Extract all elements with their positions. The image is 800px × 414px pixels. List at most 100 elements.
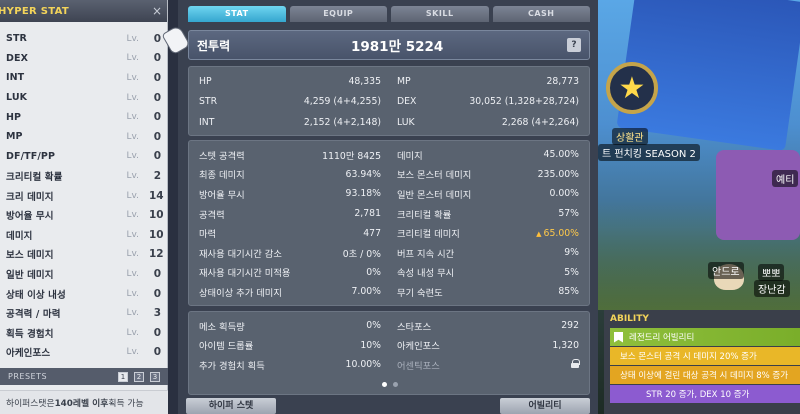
hyper-stat-level: 2 — [153, 169, 161, 182]
hyper-stat-name: 크리 데미지 — [6, 191, 54, 203]
hyper-stat-row[interactable]: MP Lv. 0 — [0, 127, 168, 147]
stat-value-text: 0% — [366, 320, 381, 332]
hyper-stat-row[interactable]: 아케인포스 Lv. 0 — [0, 343, 168, 363]
combat-power-value: 1981만 5224 — [351, 39, 444, 55]
hyper-stat-row[interactable]: HP Lv. 0 — [0, 107, 168, 127]
lock-icon — [571, 358, 580, 368]
stat-name: 방어율 무시 — [199, 189, 245, 201]
stat-cell: 버프 지속 시간 9% — [397, 243, 579, 263]
hyper-stat-header[interactable]: HYPER STAT × — [0, 0, 167, 22]
stat-value: 93.18% — [346, 188, 381, 199]
preset-button-3[interactable]: 3 — [150, 371, 160, 382]
hyper-stat-row[interactable]: DF/TF/PP Lv. 0 — [0, 147, 168, 167]
extra-stats-section: 메소 획득량 0% 스타포스 292 아이템 드롭률 10% 아케인포스 1,320 추가 경험… — [188, 311, 590, 395]
tab-cash[interactable]: CASH — [492, 6, 590, 22]
tab-equip[interactable]: EQUIP — [289, 6, 387, 22]
hyper-stat-row[interactable]: 데미지 Lv. 10 — [0, 225, 168, 245]
hyper-stat-button[interactable]: 하이퍼 스텟 — [186, 398, 276, 414]
note-text: 획득 가능 — [108, 399, 144, 409]
stat-name: STR — [199, 96, 218, 108]
stat-name: INT — [199, 116, 215, 128]
page-dot[interactable] — [382, 382, 387, 387]
stat-name: 추가 경험치 획득 — [199, 360, 265, 372]
hyper-stat-name: 공격력 / 마력 — [6, 309, 61, 321]
ability-line: 보스 몬스터 공격 시 데미지 20% 증가 — [610, 347, 800, 365]
stat-cell: 데미지 45.00% — [397, 145, 579, 165]
hyper-stat-level: 0 — [153, 71, 161, 84]
hyper-stat-row[interactable]: 방어율 무시 Lv. 10 — [0, 205, 168, 225]
hyper-stat-name: HP — [6, 111, 22, 123]
stat-value-text: 28,773 — [546, 75, 579, 87]
stat-cell: 최종 데미지 63.94% — [199, 165, 381, 185]
close-icon[interactable]: × — [152, 4, 162, 18]
stat-cell: INT 2,152 (4+2,148) — [199, 112, 381, 133]
stat-cell: 재사용 대기시간 미적용 0% — [199, 263, 381, 283]
preset-button-1[interactable]: 1 — [118, 371, 128, 382]
hyper-stat-row[interactable]: DEX Lv. 0 — [0, 49, 168, 69]
stat-cell: 마력 477 — [199, 223, 381, 243]
scene-label: 트 펀치킹 SEASON 2 — [598, 144, 700, 161]
stat-name: 재사용 대기시간 미적용 — [199, 268, 291, 280]
hyper-stat-lv-label: Lv. — [126, 268, 139, 279]
stat-value-text: 2,152 (4+2,148) — [303, 116, 381, 128]
scene-label: 장난감 — [754, 280, 790, 297]
hyper-stat-row[interactable]: 크리 데미지 Lv. 14 — [0, 186, 168, 206]
hyper-stat-row[interactable]: 상태 이상 내성 Lv. 0 — [0, 284, 168, 304]
stat-name: 스텟 공격력 — [199, 150, 245, 162]
combat-power-bar: 전투력 1981만 5224 ? — [188, 30, 590, 60]
stat-value: 4,259 (4+4,255) — [304, 96, 381, 107]
hyper-stat-row[interactable]: 일반 데미지 Lv. 0 — [0, 264, 168, 284]
preset-button-2[interactable]: 2 — [134, 371, 144, 382]
help-icon[interactable]: ? — [567, 38, 581, 52]
hyper-stat-row[interactable]: 공격력 / 마력 Lv. 3 — [0, 303, 168, 323]
stat-value-text: 93.18% — [345, 188, 381, 200]
stat-name: 메소 획득량 — [199, 321, 245, 333]
ability-button[interactable]: 어빌리티 — [500, 398, 590, 414]
hyper-stat-row[interactable]: INT Lv. 0 — [0, 68, 168, 88]
scene-label: 예티 — [772, 170, 799, 187]
tab-stat[interactable]: STAT — [188, 6, 286, 22]
stat-cell: LUK 2,268 (4+2,264) — [397, 112, 579, 133]
page-indicator[interactable] — [189, 379, 591, 390]
hyper-stat-title: HYPER STAT — [0, 5, 69, 17]
stat-value-text: 85% — [558, 286, 579, 298]
stat-name: 공격력 — [199, 209, 225, 221]
stat-value-text: 4,259 (4+4,255) — [303, 96, 381, 108]
tab-skill[interactable]: SKILL — [391, 6, 489, 22]
hyper-stat-row[interactable]: 보스 데미지 Lv. 12 — [0, 245, 168, 265]
hyper-stat-name: 아케인포스 — [6, 348, 51, 360]
hyper-stat-lv-label: Lv. — [126, 190, 139, 201]
stat-name: DEX — [397, 96, 417, 108]
hyper-stat-lv-label: Lv. — [126, 249, 139, 260]
hyper-stat-row[interactable]: STR Lv. 0 — [0, 29, 168, 49]
stat-window: STAT EQUIP SKILL CASH 전투력 1981만 5224 ? HP 48… — [178, 0, 598, 414]
stat-value-text: 65.00% — [543, 227, 579, 239]
hyper-stat-level: 10 — [149, 228, 164, 241]
hyper-stat-note: 하이퍼스탯은 140레벨 이후 획득 가능 — [0, 390, 168, 414]
stat-value-text: 2,781 — [354, 208, 381, 220]
stat-value: 2,152 (4+2,148) — [304, 117, 381, 128]
hyper-stat-row[interactable]: 크리티컬 확률 Lv. 2 — [0, 166, 168, 186]
hyper-stat-row[interactable]: LUK Lv. 0 — [0, 88, 168, 108]
presets-label: PRESETS — [8, 372, 48, 381]
stat-value: ▲ 65.00% — [536, 228, 579, 239]
hyper-stat-name: STR — [6, 33, 27, 45]
hyper-stat-row[interactable]: 획득 경험치 Lv. 0 — [0, 323, 168, 343]
scene-npc — [716, 150, 800, 240]
stat-cell: 메소 획득량 0% — [199, 316, 381, 336]
hyper-stat-level: 0 — [153, 111, 161, 124]
stat-value-text: 10.00% — [345, 359, 381, 371]
stat-cell: 방어율 무시 93.18% — [199, 184, 381, 204]
bottom-buttons: 하이퍼 스텟 어빌리티 — [178, 398, 598, 414]
ability-panel: ABILITY 레전드리 어빌리티 보스 몬스터 공격 시 데미지 20% 증가… — [604, 310, 800, 414]
stat-cell: 스타포스 292 — [397, 316, 579, 336]
stat-cell: 일반 몬스터 데미지 0.00% — [397, 184, 579, 204]
page-dot[interactable] — [393, 382, 398, 387]
hyper-stat-lv-label: Lv. — [126, 53, 139, 64]
stat-cell: STR 4,259 (4+4,255) — [199, 92, 381, 113]
tab-bar: STAT EQUIP SKILL CASH — [188, 6, 590, 22]
stat-cell: DEX 30,052 (1,328+28,724) — [397, 92, 579, 113]
hyper-stat-name: 크리티컬 확률 — [6, 171, 63, 183]
hyper-stat-lv-label: Lv. — [126, 229, 139, 240]
stat-cell: 어센틱포스 — [397, 355, 580, 375]
